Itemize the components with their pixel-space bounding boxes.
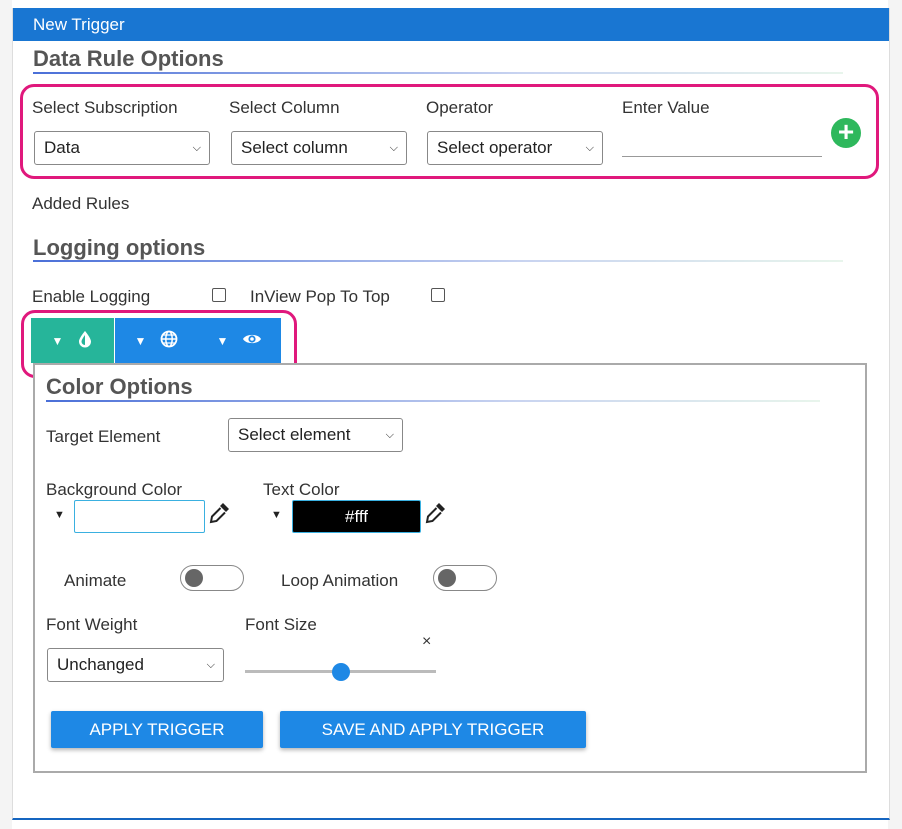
font-size-label: Font Size	[245, 615, 317, 634]
column-select[interactable]: Select column ⌵	[231, 131, 407, 165]
target-element-select[interactable]: Select element ⌵	[228, 418, 403, 452]
color-options-tab[interactable]: ▼	[31, 318, 114, 363]
eyedropper-icon[interactable]	[208, 500, 232, 532]
font-weight-value: Unchanged	[57, 655, 144, 674]
chevron-down-icon: ⌵	[385, 429, 394, 441]
globe-options-tab[interactable]: ▼	[115, 318, 198, 363]
subscription-label: Select Subscription	[32, 98, 178, 117]
backdrop-right	[888, 0, 902, 829]
caret-down-icon: ▼	[51, 333, 64, 348]
loop-animation-label: Loop Animation	[281, 571, 399, 590]
font-weight-select[interactable]: Unchanged ⌵	[47, 648, 224, 682]
text-color-label: Text Color	[263, 480, 340, 499]
background-color-input[interactable]	[74, 500, 205, 533]
enter-value-input[interactable]	[622, 130, 822, 157]
chevron-down-icon: ⌵	[206, 659, 215, 671]
close-icon[interactable]: ×	[422, 633, 431, 651]
column-select-value: Select column	[241, 138, 348, 157]
loop-animation-toggle[interactable]	[433, 565, 497, 591]
operator-select-value: Select operator	[437, 138, 553, 157]
chevron-down-icon: ⌵	[192, 142, 201, 154]
caret-down-icon[interactable]: ▼	[54, 509, 65, 521]
added-rules-label: Added Rules	[32, 194, 130, 213]
subscription-select-value: Data	[44, 138, 80, 157]
plus-circle-icon[interactable]: +	[831, 118, 861, 148]
eyedropper-icon[interactable]	[424, 500, 448, 532]
animate-toggle[interactable]	[180, 565, 244, 591]
droplet-icon	[77, 330, 93, 351]
column-label: Select Column	[229, 98, 340, 117]
caret-down-icon: ▼	[216, 333, 229, 348]
color-options-divider	[46, 400, 820, 402]
view-options-tab[interactable]: ▼	[198, 318, 281, 363]
caret-down-icon: ▼	[134, 333, 147, 348]
font-size-slider-thumb[interactable]	[332, 663, 350, 681]
enter-value-label: Enter Value	[622, 98, 710, 117]
operator-label: Operator	[426, 98, 494, 117]
logging-divider	[33, 260, 843, 262]
color-options-heading: Color Options	[46, 374, 193, 399]
data-rule-heading: Data Rule Options	[33, 46, 224, 71]
globe-icon	[160, 330, 178, 351]
animate-label: Animate	[64, 571, 127, 590]
chevron-down-icon: ⌵	[585, 142, 594, 154]
target-element-label: Target Element	[46, 427, 161, 446]
font-weight-label: Font Weight	[46, 615, 138, 634]
text-color-value: #fff	[344, 507, 368, 526]
inview-pop-checkbox[interactable]	[431, 288, 445, 302]
subscription-select[interactable]: Data ⌵	[34, 131, 210, 165]
text-color-input[interactable]: #fff	[292, 500, 421, 533]
enable-logging-label: Enable Logging	[32, 287, 151, 306]
apply-trigger-button[interactable]: APPLY TRIGGER	[51, 711, 263, 748]
operator-select[interactable]: Select operator ⌵	[427, 131, 603, 165]
inview-pop-label: InView Pop To Top	[250, 287, 390, 306]
background-color-label: Background Color	[46, 480, 183, 499]
data-rule-divider	[33, 72, 843, 74]
enable-logging-checkbox[interactable]	[212, 288, 226, 302]
target-element-value: Select element	[238, 425, 351, 444]
chevron-down-icon: ⌵	[389, 142, 398, 154]
backdrop-left	[0, 0, 12, 829]
dialog-title: New Trigger	[13, 8, 889, 41]
save-and-apply-trigger-button[interactable]: SAVE AND APPLY TRIGGER	[280, 711, 586, 748]
caret-down-icon[interactable]: ▼	[271, 509, 282, 521]
eye-icon	[242, 332, 262, 349]
logging-heading: Logging options	[33, 235, 206, 260]
